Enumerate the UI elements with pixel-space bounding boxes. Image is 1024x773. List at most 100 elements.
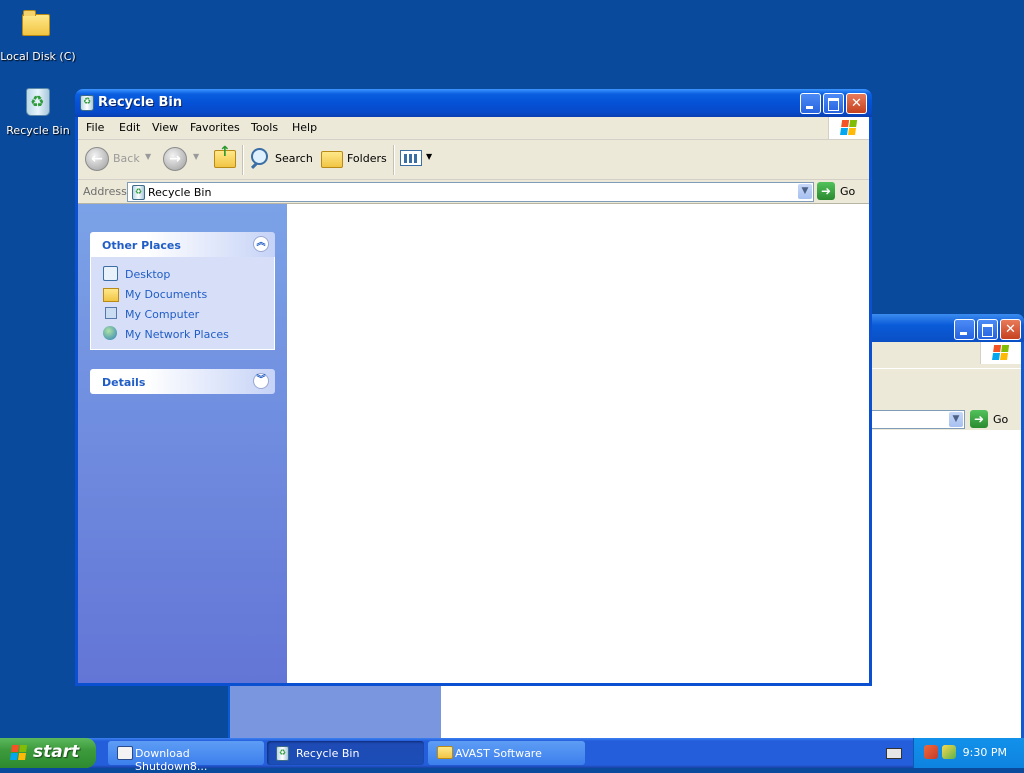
toolbar-separator (242, 145, 244, 175)
background-menu-bar (872, 342, 1021, 368)
file-list-area[interactable] (287, 204, 869, 683)
up-folder-button[interactable]: ↑ (212, 144, 238, 171)
folders-icon (321, 151, 343, 168)
go-label: Go (993, 413, 1009, 426)
place-label: Desktop (125, 268, 171, 281)
details-header[interactable]: Details ︾ (90, 369, 275, 394)
taskbar-item-download[interactable]: Download Shutdown8... (108, 741, 264, 773)
recycle-bin-icon: ♻ (80, 95, 94, 111)
desktop-icon-local-disk[interactable]: Local Disk (C) (0, 6, 76, 63)
windows-flag-icon (840, 120, 858, 136)
recycle-bin-icon: ♻ (132, 185, 145, 200)
address-label: Address (83, 185, 127, 198)
maximize-button[interactable] (977, 319, 998, 340)
place-link-my-computer[interactable]: My Computer (91, 305, 274, 325)
forward-button[interactable]: → ▼ (163, 147, 203, 171)
background-address-field[interactable]: ▼ (872, 410, 965, 429)
desktop-icon-recycle-bin[interactable]: Recycle Bin (0, 84, 76, 137)
go-arrow-icon: ➜ (817, 182, 835, 200)
other-places-header[interactable]: Other Places ︽ (90, 232, 275, 257)
chevron-down-icon[interactable]: ▼ (798, 184, 812, 199)
background-toolbar (872, 368, 1021, 409)
minimize-button[interactable] (954, 319, 975, 340)
go-arrow-icon: ➜ (970, 410, 988, 428)
recycle-bin-icon (22, 88, 54, 120)
other-places-panel: Other Places ︽ Desktop My Documents My C… (90, 232, 275, 350)
go-button[interactable]: ➜ Go (817, 182, 859, 201)
minimize-icon (806, 106, 813, 109)
place-link-desktop[interactable]: Desktop (91, 265, 274, 285)
close-button[interactable]: ✕ (1000, 319, 1021, 340)
menu-edit[interactable]: Edit (119, 121, 140, 134)
background-address-bar: ▼ ➜ Go (872, 408, 1021, 430)
place-label: My Network Places (125, 328, 229, 341)
start-button[interactable]: start (0, 738, 96, 768)
back-button[interactable]: ← Back ▼ (85, 147, 153, 171)
recycle-bin-icon: ♻ (276, 746, 289, 761)
address-value: Recycle Bin (148, 186, 212, 199)
place-label: My Documents (125, 288, 208, 301)
minimize-button[interactable] (800, 93, 821, 114)
maximize-button[interactable] (823, 93, 844, 114)
details-panel: Details ︾ (90, 369, 275, 394)
windows-logo (828, 117, 869, 139)
other-places-list: Desktop My Documents My Computer My Netw… (90, 257, 275, 350)
desktop-icon-label: Local Disk (C) (0, 50, 76, 63)
menu-help[interactable]: Help (292, 121, 317, 134)
windows-flag-icon (10, 745, 28, 761)
maximize-icon (828, 98, 839, 111)
close-button[interactable]: ✕ (846, 93, 867, 114)
start-label: start (33, 742, 80, 762)
background-go-button[interactable]: ➜ Go (970, 410, 1012, 429)
up-folder-icon: ↑ (214, 144, 236, 168)
collapse-chevron-icon[interactable]: ︽ (253, 236, 269, 252)
folders-label: Folders (347, 152, 387, 165)
back-arrow-icon: ← (85, 147, 109, 171)
forward-arrow-icon: → (163, 147, 187, 171)
title-bar[interactable]: ♻ Recycle Bin ✕ (75, 89, 872, 117)
recycle-bin-window[interactable]: ♻ Recycle Bin ✕ File Edit View Favorites… (75, 89, 872, 686)
go-label: Go (840, 185, 856, 198)
background-title-bar[interactable]: ✕ (872, 314, 1024, 342)
taskbar-item-avast[interactable]: AVAST Software (428, 741, 585, 765)
close-icon: ✕ (851, 96, 862, 111)
keyboard-language-icon[interactable] (886, 748, 902, 759)
windows-flag-icon (992, 345, 1010, 361)
folders-button[interactable]: Folders (321, 147, 387, 171)
task-label: Recycle Bin (296, 747, 360, 760)
expand-chevron-icon[interactable]: ︾ (253, 373, 269, 389)
folder-icon (22, 10, 54, 46)
other-places-title: Other Places (102, 239, 181, 252)
place-link-my-network-places[interactable]: My Network Places (91, 325, 274, 345)
toolbar-separator (393, 145, 395, 175)
network-tray-icon[interactable] (942, 745, 956, 759)
search-button[interactable]: Search (249, 147, 313, 171)
place-label: My Computer (125, 308, 200, 321)
my-documents-icon (103, 288, 119, 302)
menu-view[interactable]: View (152, 121, 178, 134)
menu-favorites[interactable]: Favorites (190, 121, 240, 134)
windows-logo (980, 342, 1021, 364)
close-icon: ✕ (1005, 322, 1016, 337)
menu-file[interactable]: File (86, 121, 104, 134)
back-label: Back (113, 152, 140, 165)
task-pane: Other Places ︽ Desktop My Documents My C… (78, 204, 287, 683)
window-body: File Edit View Favorites Tools Help ← Ba… (78, 117, 869, 683)
views-button[interactable]: ▼ (400, 147, 436, 171)
avast-tray-icon[interactable] (924, 745, 938, 759)
chevron-down-icon: ▼ (426, 152, 433, 161)
clock[interactable]: 9:30 PM (963, 746, 1007, 759)
browser-icon (117, 746, 133, 760)
place-link-my-documents[interactable]: My Documents (91, 285, 274, 305)
menu-bar: File Edit View Favorites Tools Help (78, 117, 869, 140)
address-field[interactable]: ♻ Recycle Bin ▼ (127, 182, 814, 202)
taskbar-item-recycle-bin[interactable]: ♻ Recycle Bin (267, 741, 424, 765)
desktop-icon (103, 266, 118, 281)
task-label: AVAST Software (455, 747, 542, 760)
my-computer-icon (105, 307, 117, 319)
taskbar: start Download Shutdown8... ♻ Recycle Bi… (0, 738, 1024, 773)
desktop-icon-label: Recycle Bin (6, 124, 70, 137)
views-icon (400, 150, 422, 166)
chevron-down-icon[interactable]: ▼ (949, 412, 963, 427)
menu-tools[interactable]: Tools (251, 121, 278, 134)
